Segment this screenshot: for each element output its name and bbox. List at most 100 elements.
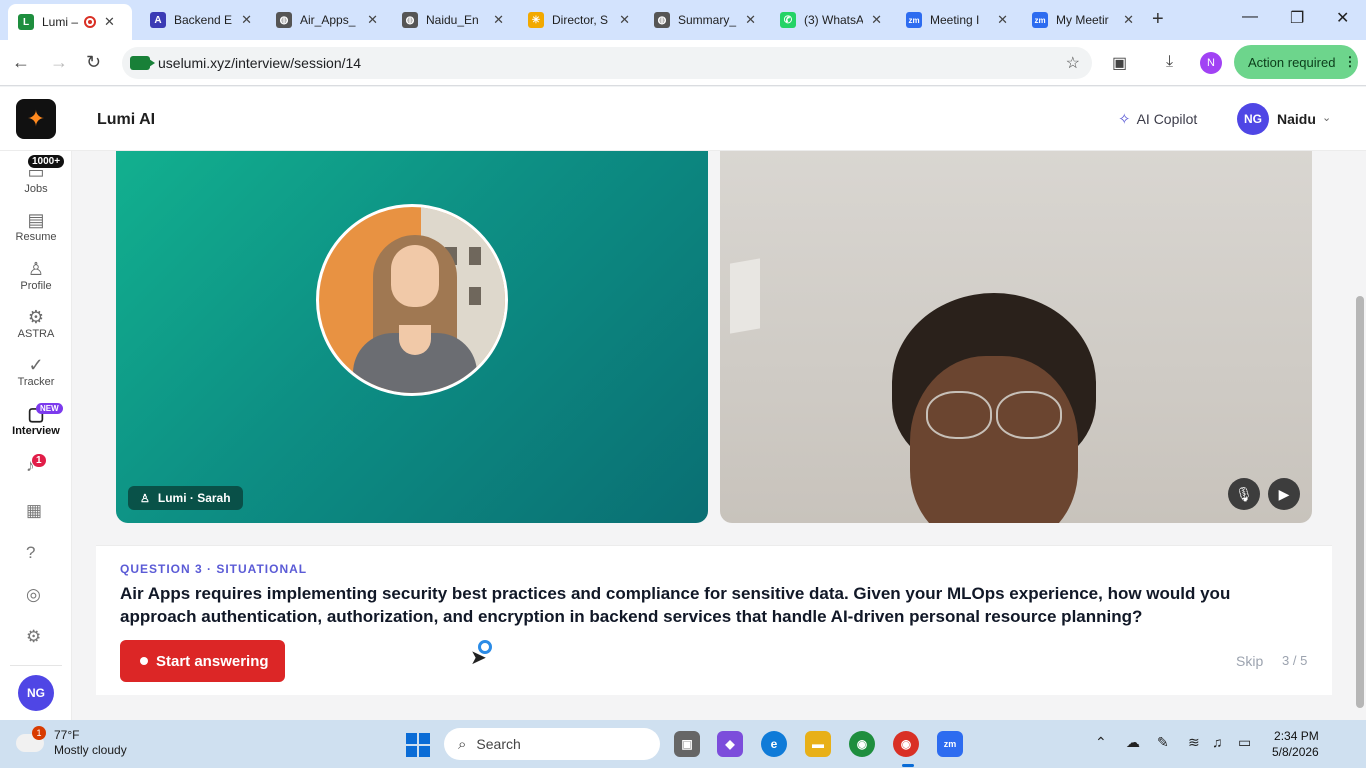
interviewer-label: Lumi · Sarah: [157, 491, 231, 505]
robot-icon: ⚙: [27, 307, 45, 327]
person-icon: ♙: [27, 259, 45, 279]
portrait-face: [391, 245, 439, 307]
globe-icon: ◍: [654, 12, 670, 28]
tab-director[interactable]: ✳ Director, S ✕: [518, 4, 640, 36]
tab-label: Lumi –: [42, 15, 79, 29]
help-icon[interactable]: ?: [26, 543, 35, 563]
copilot-icon[interactable]: ◆: [717, 731, 743, 757]
support-icon[interactable]: ◎: [26, 585, 41, 605]
sidebar-item-profile[interactable]: ♙ Profile: [0, 258, 72, 292]
search-icon: ⌕: [458, 735, 467, 753]
zoom-icon: zm: [1032, 12, 1048, 28]
user-avatar[interactable]: NG: [1237, 103, 1269, 135]
microphone-icon[interactable]: 🎙: [1228, 478, 1260, 510]
tab-whatsapp[interactable]: ✆ (3) WhatsA ✕: [770, 4, 892, 36]
chevron-down-icon[interactable]: ⌄: [1322, 111, 1331, 124]
lumi-logo-icon[interactable]: ✦: [16, 99, 56, 139]
wifi-icon[interactable]: ≋: [1188, 734, 1200, 751]
portrait-window: [469, 287, 481, 305]
close-icon[interactable]: ✕: [619, 12, 630, 28]
tab-my-meeting[interactable]: zm My Meetir ✕: [1022, 4, 1144, 36]
sidebar-avatar[interactable]: NG: [18, 675, 54, 711]
tab-air-apps[interactable]: ◍ Air_Apps_ ✕: [266, 4, 388, 36]
temperature: 77°F: [54, 728, 80, 742]
battery-icon[interactable]: ▭: [1238, 734, 1251, 751]
screen-share-icon[interactable]: ▣: [1112, 53, 1127, 73]
download-icon[interactable]: ⤓: [1166, 53, 1173, 71]
tab-label: My Meetir: [1056, 13, 1109, 27]
app-title: Lumi AI: [97, 111, 156, 128]
taskbar-search[interactable]: ⌕ Search: [444, 728, 660, 760]
wall-switch: [730, 258, 760, 334]
close-icon[interactable]: ✕: [1123, 12, 1134, 28]
close-icon[interactable]: ✕: [997, 12, 1008, 28]
tab-label: (3) WhatsA: [804, 13, 864, 27]
close-icon[interactable]: ✕: [493, 12, 504, 28]
ai-copilot-label: AI Copilot: [1136, 111, 1198, 127]
tab-summary[interactable]: ◍ Summary_ ✕: [644, 4, 766, 36]
user-name[interactable]: Naidu: [1277, 111, 1316, 127]
browser-tab-strip: L Lumi – ✕ A Backend E ✕ ◍ Air_Apps_ ✕ ◍…: [0, 0, 1366, 40]
sidebar-item-astra[interactable]: ⚙ ASTRA: [0, 306, 72, 340]
clock-time: 2:34 PM: [1274, 729, 1319, 743]
recording-icon: [84, 16, 96, 28]
settings-icon[interactable]: ⚙: [26, 627, 41, 647]
reload-icon[interactable]: ↻: [86, 52, 101, 73]
camera-icon[interactable]: ▶: [1268, 478, 1300, 510]
tab-meeting[interactable]: zm Meeting I ✕: [896, 4, 1018, 36]
action-required-button[interactable]: Action required ⋮: [1234, 45, 1358, 79]
window-close-icon[interactable]: ✕: [1336, 8, 1349, 28]
gift-icon[interactable]: ▦: [26, 501, 42, 521]
sidebar-item-label: Resume: [15, 231, 57, 243]
browser-toolbar: ← → ↻ uselumi.xyz/interview/session/14 ☆…: [0, 40, 1366, 86]
new-tab-icon[interactable]: +: [1152, 8, 1164, 31]
tab-naidu[interactable]: ◍ Naidu_En ✕: [392, 4, 514, 36]
back-icon[interactable]: ←: [12, 52, 30, 73]
camera-site-icon: [130, 56, 155, 70]
close-icon[interactable]: ✕: [104, 14, 115, 30]
sidebar-item-resume[interactable]: ▤ Resume: [0, 209, 72, 243]
address-bar[interactable]: uselumi.xyz/interview/session/14 ☆: [122, 47, 1092, 79]
skip-button[interactable]: Skip: [1236, 653, 1263, 669]
bookmark-star-icon[interactable]: ☆: [1066, 53, 1080, 73]
sidebar-item-tracker[interactable]: ✓ Tracker: [0, 354, 72, 388]
start-answering-button[interactable]: Start answering: [120, 640, 285, 682]
browser-profile-avatar[interactable]: N: [1200, 52, 1222, 74]
task-view-icon[interactable]: ▣: [674, 731, 700, 757]
taskbar: 1 77°F Mostly cloudy ⌕ Search ▣ ◆ e ▬ ◉ …: [0, 720, 1366, 768]
portrait-window: [469, 247, 481, 265]
ai-copilot-button[interactable]: ✧ AI Copilot: [1118, 110, 1197, 128]
chrome-icon[interactable]: ◉: [849, 731, 875, 757]
tab-backend[interactable]: A Backend E ✕: [140, 4, 262, 36]
restore-icon[interactable]: ❐: [1290, 8, 1304, 28]
chrome-profile-icon[interactable]: ◉: [893, 731, 919, 757]
edge-icon[interactable]: e: [761, 731, 787, 757]
pen-icon[interactable]: ✎: [1157, 734, 1169, 751]
close-icon[interactable]: ✕: [871, 12, 882, 28]
forward-icon[interactable]: →: [50, 52, 68, 73]
close-icon[interactable]: ✕: [367, 12, 378, 28]
volume-icon[interactable]: ♫: [1212, 734, 1223, 750]
chevron-up-icon[interactable]: ⌃: [1095, 734, 1107, 751]
tab-label: Backend E: [174, 13, 233, 27]
minimize-icon[interactable]: —: [1242, 8, 1258, 26]
interviewer-name-tag: ♙ Lumi · Sarah: [128, 486, 243, 510]
zoom-icon[interactable]: zm: [937, 731, 963, 757]
document-icon: ▤: [27, 210, 45, 230]
file-explorer-icon[interactable]: ▬: [805, 731, 831, 757]
start-answering-label: Start answering: [156, 652, 269, 670]
sidebar-item-label: Interview: [12, 425, 60, 437]
close-icon[interactable]: ✕: [241, 12, 252, 28]
record-dot-icon: [140, 657, 148, 665]
notification-count-badge: 1: [32, 454, 46, 467]
windows-start-icon[interactable]: [406, 733, 430, 757]
tab-lumi[interactable]: L Lumi – ✕: [8, 4, 132, 40]
close-icon[interactable]: ✕: [745, 12, 756, 28]
network-icon[interactable]: ☁: [1126, 734, 1140, 751]
candidate-glasses: [996, 391, 1062, 439]
jobs-count-badge: 1000+: [28, 155, 65, 168]
weather-widget[interactable]: 1 77°F Mostly cloudy: [16, 726, 127, 758]
taskbar-clock[interactable]: 2:34 PM 5/8/2026: [1272, 728, 1319, 760]
candidate-face: [910, 356, 1078, 523]
page-scrollbar[interactable]: [1356, 296, 1364, 708]
